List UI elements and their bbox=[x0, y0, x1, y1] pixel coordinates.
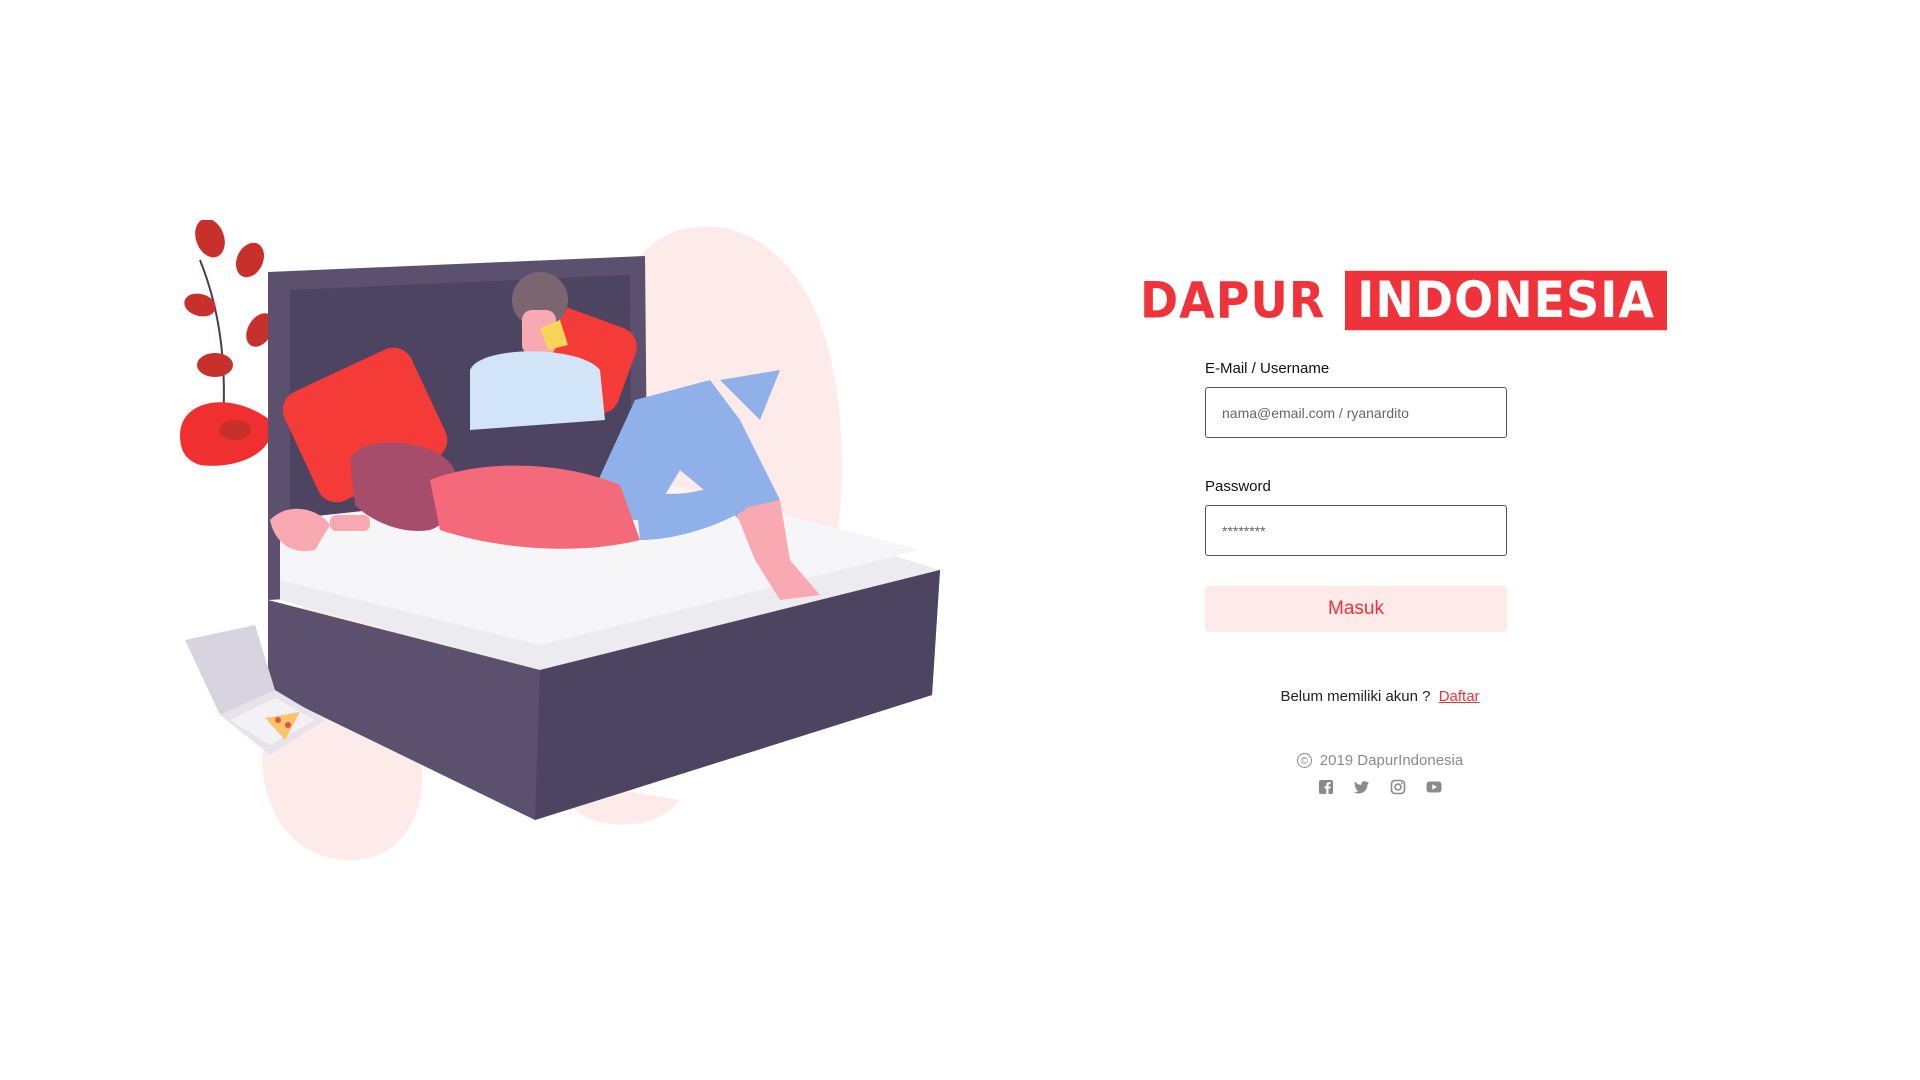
login-page: DAPUR INDONESIA E-Mail / Username Passwo… bbox=[0, 0, 1920, 1080]
login-form: E-Mail / Username Password Masuk bbox=[1205, 360, 1507, 632]
register-text: Belum memiliki akun ? bbox=[1280, 688, 1431, 705]
email-input[interactable] bbox=[1205, 387, 1507, 438]
email-field-group: E-Mail / Username bbox=[1205, 360, 1507, 438]
register-prompt: Belum memiliki akun ? Daftar bbox=[1140, 688, 1620, 705]
email-label: E-Mail / Username bbox=[1205, 360, 1330, 377]
logo-text-indonesia: INDONESIA bbox=[1345, 270, 1667, 330]
footer: © 2019 DapurIndonesia bbox=[1140, 752, 1620, 795]
couple-on-bed-illustration bbox=[180, 220, 940, 860]
copyright-text: 2019 DapurIndonesia bbox=[1319, 752, 1464, 769]
plant-icon bbox=[180, 220, 274, 466]
register-link[interactable]: Daftar bbox=[1439, 688, 1480, 705]
brand-logo[interactable]: DAPUR INDONESIA bbox=[1140, 270, 1667, 330]
facebook-icon[interactable] bbox=[1318, 779, 1334, 795]
password-label: Password bbox=[1205, 478, 1271, 495]
instagram-icon[interactable] bbox=[1390, 779, 1406, 795]
login-panel: DAPUR INDONESIA E-Mail / Username Passwo… bbox=[1140, 270, 1667, 795]
social-links bbox=[1140, 779, 1620, 795]
twitter-icon[interactable] bbox=[1354, 779, 1370, 795]
youtube-icon[interactable] bbox=[1426, 779, 1442, 795]
copyright-icon: © bbox=[1296, 753, 1312, 768]
logo-text-dapur: DAPUR bbox=[1140, 270, 1326, 330]
copyright: © 2019 DapurIndonesia bbox=[1140, 752, 1620, 769]
password-input[interactable] bbox=[1205, 505, 1507, 556]
login-button[interactable]: Masuk bbox=[1205, 586, 1507, 632]
password-field-group: Password bbox=[1205, 478, 1507, 556]
